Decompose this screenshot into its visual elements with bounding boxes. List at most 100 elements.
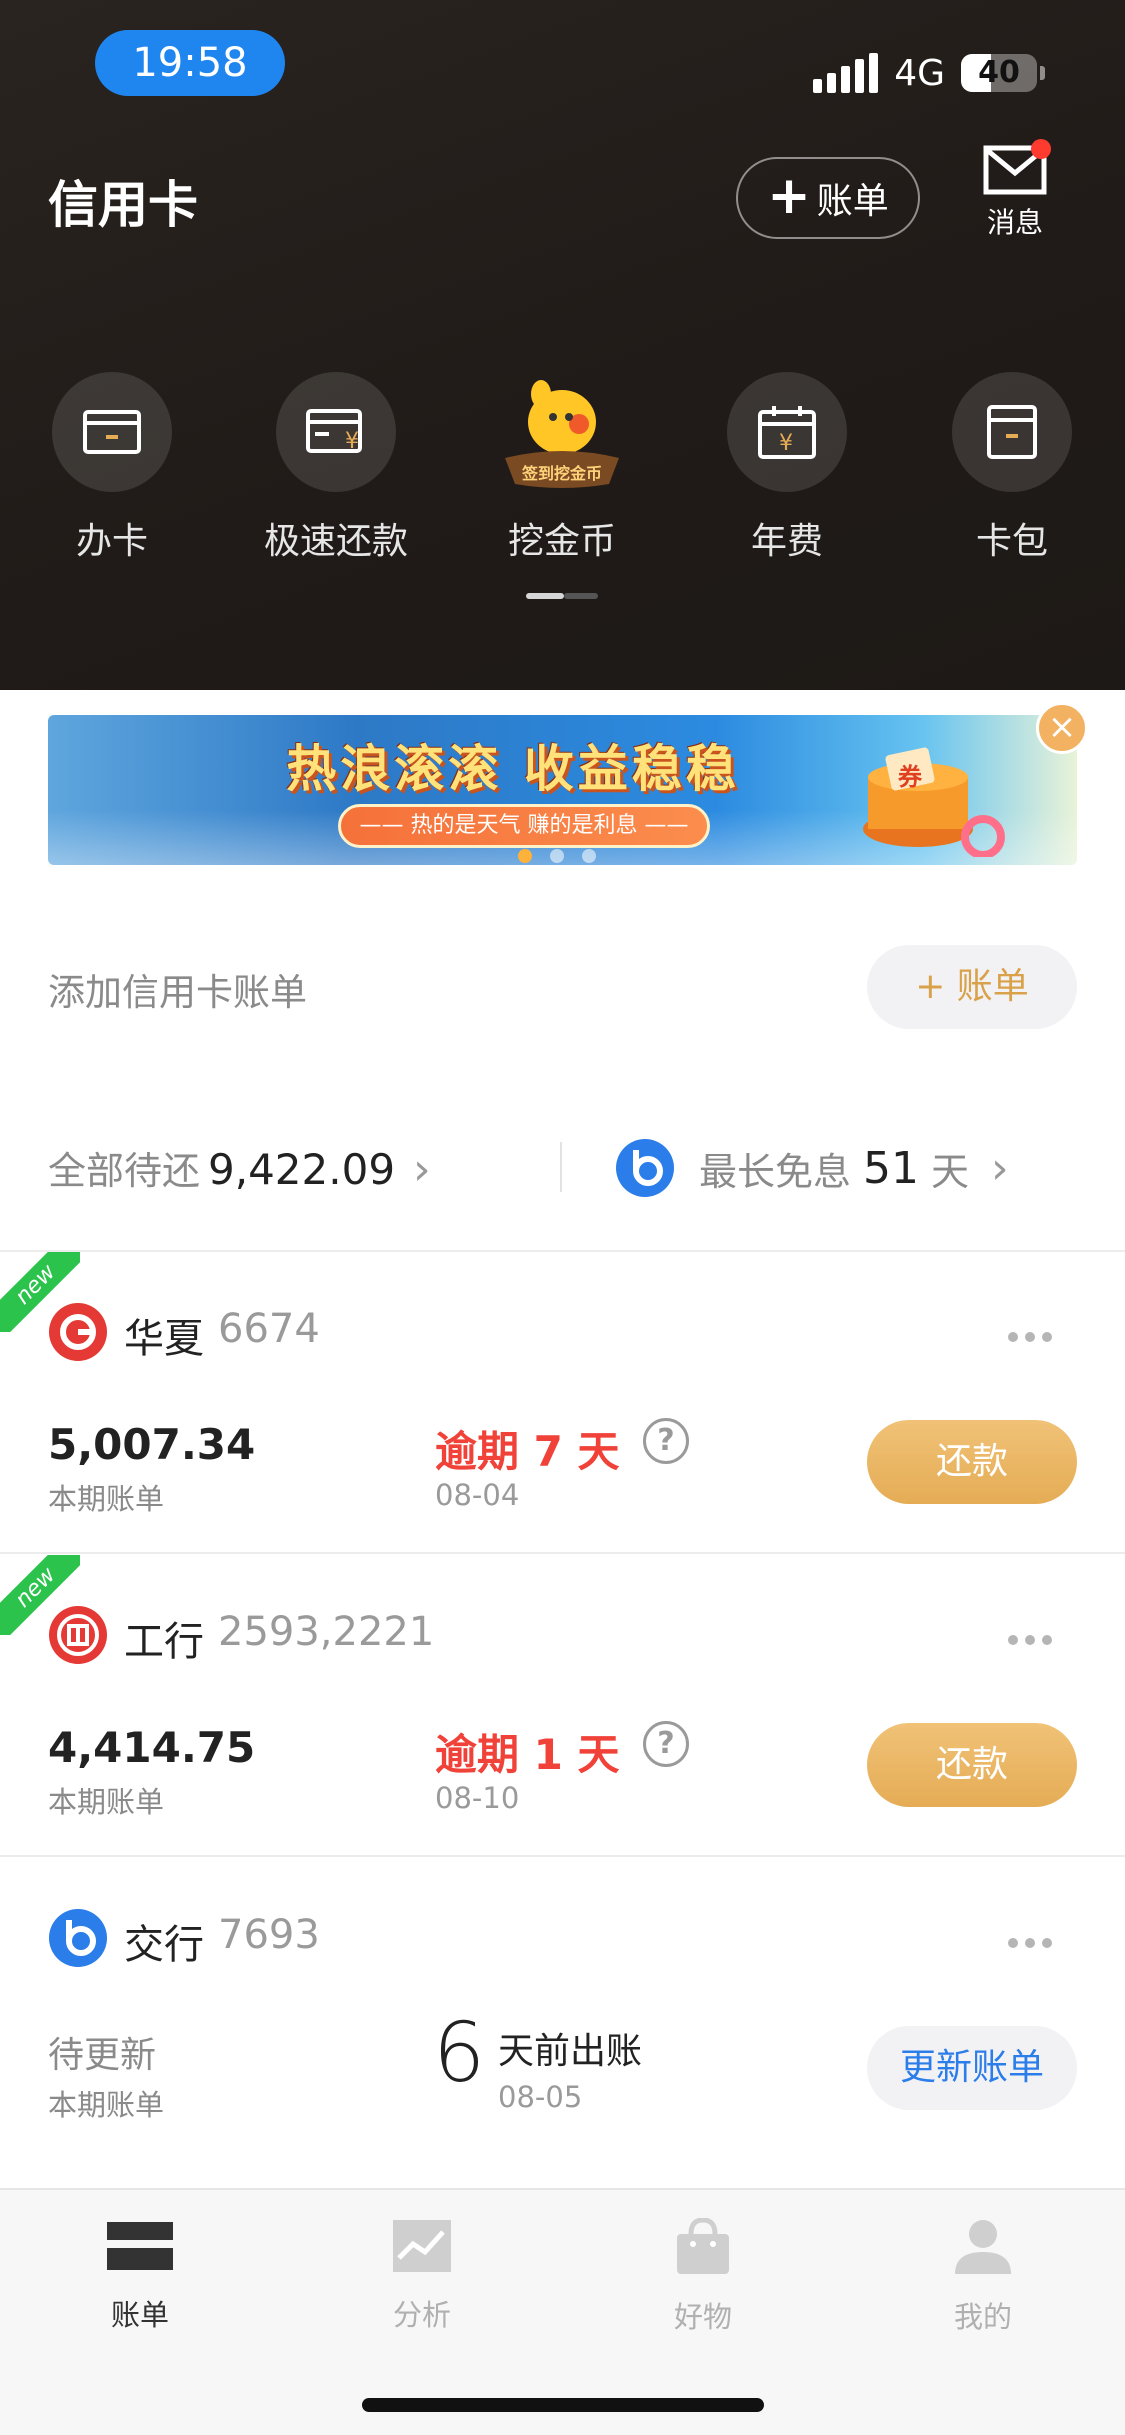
quick-action-annual-fee[interactable]: ¥ 年费 <box>697 372 877 564</box>
gift-box-icon: 券 <box>858 737 1008 859</box>
banner-subtitle: —— 热的是天气 赚的是利息 —— <box>338 804 710 848</box>
battery-icon: 40 <box>961 54 1037 92</box>
due-date: 08-10 <box>435 1781 520 1815</box>
bocom-logo-icon <box>616 1139 674 1197</box>
add-bill-prompt: 添加信用卡账单 <box>48 971 307 1014</box>
quick-actions-pager <box>526 593 598 599</box>
more-icon[interactable] <box>1008 1332 1052 1342</box>
svg-text:¥: ¥ <box>779 431 793 456</box>
status-time[interactable]: 19:58 <box>95 30 285 96</box>
huaxia-logo-icon <box>48 1302 108 1362</box>
more-icon[interactable] <box>1008 1938 1052 1948</box>
mascot-badge: 签到挖金币 <box>521 464 602 483</box>
days-count: 6 <box>433 2006 486 2101</box>
mascot-icon: 签到挖金币 <box>497 372 627 492</box>
bill-amount-label: 本期账单 <box>48 1482 165 1516</box>
repay-button[interactable]: 还款 <box>867 1420 1077 1504</box>
svg-text:¥: ¥ <box>345 429 359 454</box>
gift-coupon-text: 券 <box>898 763 922 791</box>
quick-action-label: 办卡 <box>75 521 148 562</box>
max-interest-free-summary[interactable]: 最长免息 51 天 › <box>615 1138 1009 1198</box>
tab-bills[interactable]: 账单 <box>70 2218 210 2334</box>
bill-amount: 5,007.34 <box>48 1420 256 1469</box>
total-pending-summary[interactable]: 全部待还 9,422.09 › <box>48 1140 431 1195</box>
due-date: 08-04 <box>435 1478 520 1512</box>
pending-update-status: 待更新 <box>48 2035 157 2076</box>
tab-profile[interactable]: 我的 <box>913 2218 1053 2336</box>
bocom-logo-icon <box>48 1908 108 1968</box>
card-icon <box>52 372 172 492</box>
bill-amount-label: 本期账单 <box>48 1785 165 1819</box>
card-number: 2593,2221 <box>218 1609 435 1655</box>
analysis-icon <box>393 2220 451 2272</box>
tab-goods[interactable]: 好物 <box>633 2218 773 2336</box>
quick-action-fast-repay[interactable]: ¥ 极速还款 <box>246 372 426 564</box>
tab-label: 分析 <box>392 2298 451 2332</box>
banner-dot <box>582 849 596 863</box>
quick-action-label: 挖金币 <box>507 521 616 562</box>
tab-analysis[interactable]: 分析 <box>352 2218 492 2334</box>
bank-name: 华夏 <box>124 1316 204 1362</box>
page-title: 信用卡 <box>48 176 198 234</box>
banner-dot <box>518 849 532 863</box>
header-area: 19:58 4G 40 信用卡 + 账单 消息 办卡 ¥ 极速还款 签到挖金币 … <box>0 0 1125 690</box>
bank-name: 交行 <box>124 1922 204 1968</box>
days-since-statement: 天前出账 <box>498 2031 643 2072</box>
overdue-status: 逾期 1 天 <box>435 1730 620 1779</box>
card-number: 6674 <box>218 1306 320 1352</box>
more-icon[interactable] <box>1008 1635 1052 1645</box>
home-indicator[interactable] <box>362 2398 764 2412</box>
network-type: 4G <box>894 52 945 94</box>
card-row-huaxia[interactable]: new 华夏 6674 5,007.34 本期账单 逾期 7 天 ? 08-04… <box>0 1252 1125 1552</box>
plus-icon: + <box>767 166 811 226</box>
add-bill-button[interactable]: + 账单 <box>736 157 920 239</box>
bill-amount: 4,414.75 <box>48 1723 256 1772</box>
total-pending-label: 全部待还 <box>48 1149 201 1193</box>
quick-action-apply-card[interactable]: 办卡 <box>22 372 202 564</box>
repay-button[interactable]: 还款 <box>867 1723 1077 1807</box>
shopping-bag-icon <box>677 2218 729 2274</box>
card-wallet-icon <box>952 372 1072 492</box>
calendar-yen-icon: ¥ <box>727 372 847 492</box>
quick-action-label: 极速还款 <box>263 521 408 562</box>
status-indicators: 4G 40 <box>813 50 1045 96</box>
quick-action-card-wallet[interactable]: 卡包 <box>922 372 1102 564</box>
days-unit: 天 <box>931 1149 970 1194</box>
divider <box>0 1552 1125 1554</box>
bank-name: 工行 <box>124 1619 204 1665</box>
messages-button[interactable]: 消息 <box>975 139 1055 241</box>
unread-dot <box>1031 139 1051 159</box>
tab-label: 我的 <box>953 2300 1012 2334</box>
statement-date: 08-05 <box>498 2080 583 2114</box>
max-interest-free-label: 最长免息 <box>699 1149 852 1194</box>
chevron-right-icon: › <box>991 1142 1009 1194</box>
help-icon[interactable]: ? <box>643 1418 689 1464</box>
card-row-bocom[interactable]: 交行 7693 待更新 本期账单 6 天前出账 08-05 更新账单 <box>0 1858 1125 2158</box>
bill-amount-label: 本期账单 <box>48 2088 165 2122</box>
bill-icon <box>107 2222 173 2270</box>
icbc-logo-icon <box>48 1605 108 1665</box>
add-credit-card-bill-button[interactable]: + 账单 <box>867 945 1077 1029</box>
fast-repay-icon: ¥ <box>276 372 396 492</box>
battery-cap <box>1040 66 1045 80</box>
promo-banner[interactable]: 热浪滚滚 收益稳稳 —— 热的是天气 赚的是利息 —— 券 <box>48 715 1077 865</box>
card-number: 7693 <box>218 1912 320 1958</box>
update-bill-button[interactable]: 更新账单 <box>867 2026 1077 2110</box>
banner-close-button[interactable]: × <box>1036 702 1088 754</box>
divider <box>0 1855 1125 1857</box>
help-icon[interactable]: ? <box>643 1721 689 1767</box>
add-bill-label: 账单 <box>816 181 889 222</box>
banner-dot <box>550 849 564 863</box>
profile-icon <box>955 2220 1011 2274</box>
summary-divider <box>560 1142 562 1192</box>
quick-action-dig-coins[interactable]: 签到挖金币 挖金币 <box>472 372 652 564</box>
max-interest-free-days: 51 <box>863 1142 920 1194</box>
chevron-right-icon: › <box>413 1144 431 1195</box>
banner-title: 热浪滚滚 收益稳稳 <box>286 740 740 798</box>
tab-label: 好物 <box>673 2300 732 2334</box>
total-pending-value: 9,422.09 <box>208 1145 396 1194</box>
tab-label: 账单 <box>110 2298 169 2332</box>
card-row-icbc[interactable]: new 工行 2593,2221 4,414.75 本期账单 逾期 1 天 ? … <box>0 1555 1125 1855</box>
overdue-status: 逾期 7 天 <box>435 1427 620 1476</box>
messages-label: 消息 <box>986 206 1043 239</box>
